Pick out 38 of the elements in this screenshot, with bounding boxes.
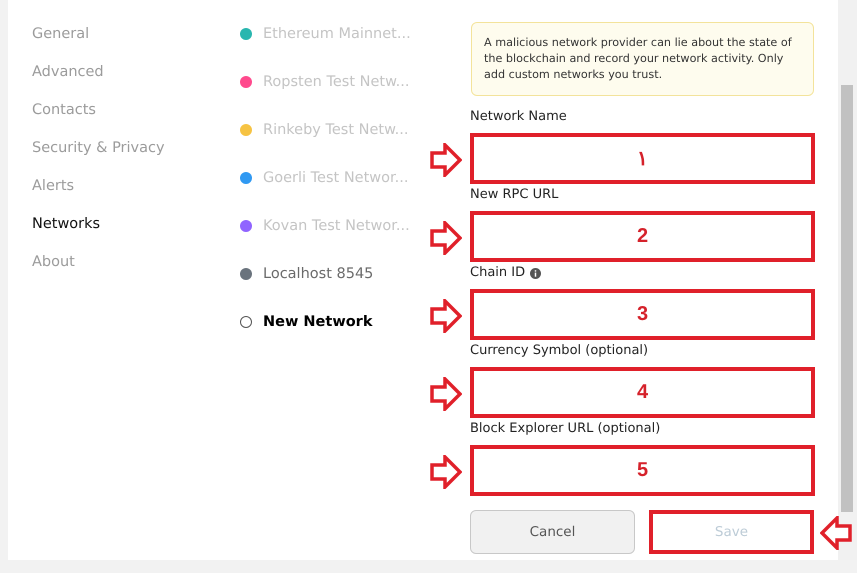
sidebar-item[interactable]: General: [32, 25, 234, 43]
network-item[interactable]: Ropsten Test Netw...: [263, 74, 410, 90]
sidebar-item[interactable]: Security & Privacy: [32, 139, 234, 157]
arrow-icon: [430, 299, 462, 333]
status-dot: [240, 316, 252, 328]
network-item[interactable]: Rinkeby Test Netw...: [263, 122, 408, 138]
network-item[interactable]: Ethereum Mainnet...: [263, 26, 411, 42]
scrollbar-thumb[interactable]: [841, 85, 853, 512]
network-item[interactable]: Kovan Test Networ...: [263, 218, 410, 234]
field-label: Network Name: [470, 109, 567, 125]
network-item[interactable]: Localhost 8545: [263, 266, 374, 282]
field-label: Currency Symbol (optional): [470, 343, 648, 359]
field-label: Block Explorer URL (optional): [470, 421, 660, 437]
network-item[interactable]: New Network: [263, 314, 372, 330]
arrow-icon: [430, 143, 462, 177]
field-label: New RPC URL: [470, 187, 558, 203]
arrow-icon: [430, 221, 462, 255]
sidebar-item[interactable]: About: [32, 253, 234, 271]
input-field[interactable]: 3: [470, 289, 815, 340]
field-label: Chain ID: [470, 265, 526, 281]
sidebar-item[interactable]: Advanced: [32, 63, 234, 81]
annotation-number: 4: [636, 381, 648, 404]
arrow-icon: [430, 455, 462, 489]
annotation-number: 3: [636, 303, 648, 326]
cancel-button[interactable]: Cancel: [470, 510, 635, 554]
network-item[interactable]: Goerli Test Networ...: [263, 170, 408, 186]
arrow-icon: [430, 377, 462, 411]
annotation-number: ١: [637, 147, 648, 171]
input-field[interactable]: 4: [470, 367, 815, 418]
input-field[interactable]: 2: [470, 211, 815, 262]
annotation-number: 5: [636, 459, 648, 482]
sidebar-item[interactable]: Contacts: [32, 101, 234, 119]
warning-message: A malicious network provider can lie about the state of the blockchain and record your network activity. Only add custom networks you trust.: [471, 22, 814, 96]
sidebar-item[interactable]: Networks: [32, 215, 234, 233]
input-field[interactable]: ١: [470, 133, 815, 184]
sidebar-item[interactable]: Alerts: [32, 177, 234, 195]
input-field[interactable]: 5: [470, 445, 815, 496]
annotation-number: 2: [636, 225, 648, 248]
